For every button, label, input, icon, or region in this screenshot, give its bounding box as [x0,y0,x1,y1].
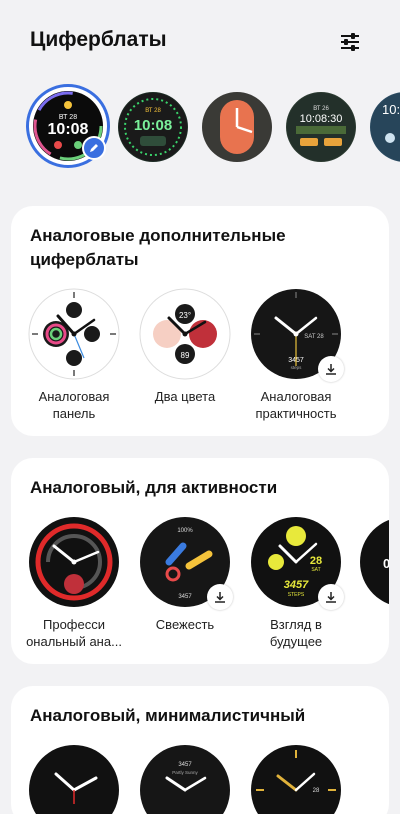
face-tile-minimal-1[interactable] [26,744,122,814]
freshness-steps: 3457 [178,594,192,600]
face-tile-label: Професси ональный ана... [26,617,122,649]
watch-face-option-4[interactable]: 10:0 [370,92,400,162]
download-icon [215,592,225,603]
section-title: Аналоговый, минималистичный [30,706,306,725]
watch-face-option-1[interactable]: ВТ 28 10:08 [118,92,188,162]
two-color-temp: 23° [179,311,191,320]
face-tile-partial[interactable]: 09 [357,516,389,608]
partial-face-number: 09 [383,556,389,571]
current-face-date: ВТ 28 [59,114,77,121]
filter-button[interactable] [334,26,366,58]
freshness-pct: 100% [177,528,193,534]
download-badge[interactable] [318,356,344,382]
watch-face-carousel[interactable]: ВТ 28 10:08 ВТ 28 10:08 ВТ 26 10:08:30 1… [0,84,400,170]
watch-face-option-2[interactable] [202,92,272,162]
face-preview: 28 SAT 3457 STEPS [250,516,344,610]
face-preview: 28 [250,744,342,814]
face-preview: 23° 89 [139,288,231,380]
pencil-icon [90,144,98,152]
option-3-date: ВТ 26 [313,106,329,112]
edit-face-button[interactable] [82,136,106,160]
section-analog-minimal: Аналоговый, минималистичный 3457 Partly … [11,686,389,814]
download-badge[interactable] [207,584,233,610]
download-icon [326,592,336,603]
face-tile-label: Аналоговая панель [38,389,110,421]
face-preview [28,516,120,608]
face-tile-analog-panel[interactable]: Аналоговая панель [26,288,122,422]
page-title: Циферблаты [30,28,167,51]
two-color-value: 89 [181,351,190,360]
future-day: SAT [311,567,320,573]
sliders-icon [341,33,359,51]
face-tile-freshness[interactable]: 100% 3457 Свежесть [137,516,233,633]
face-tile-minimal-3[interactable]: 28 [248,744,344,814]
section-title: Аналоговый, для активности [30,478,278,497]
option-3-time: 10:08:30 [300,113,343,125]
face-tile-label: Взгляд в будущее [269,617,323,649]
face-preview: 3457 Partly Sunny [139,744,231,814]
minimal-steps: 3457 [178,762,192,768]
face-tile-two-color[interactable]: 23° 89 Два цвета [137,288,233,405]
practical-date: SAT 28 [304,334,324,340]
option-4-time: 10:0 [382,102,400,117]
face-tile-professional[interactable]: Професси ональный ана... [26,516,122,650]
option-1-time: 10:08 [134,117,172,134]
face-preview: 100% 3457 [139,516,233,610]
face-preview: 09 [359,516,389,608]
section-title: Аналоговые дополнительные циферблаты [30,226,286,269]
face-tile-analog-practical[interactable]: SAT 28 3457 steps Аналоговая практичност… [248,288,344,422]
download-badge[interactable] [318,584,344,610]
face-tile-label: Свежесть [155,617,215,632]
section-analog-complications: Аналоговые дополнительные циферблаты Ана… [11,206,389,436]
face-preview [28,744,120,814]
future-steps-unit: STEPS [288,592,305,598]
face-preview [28,288,120,380]
face-tile-label: Два цвета [154,389,216,404]
face-tile-minimal-2[interactable]: 3457 Partly Sunny [137,744,233,814]
minimal-date: 28 [313,788,320,794]
face-tile-label: Аналоговая практичность [255,389,337,421]
watch-face-option-3[interactable]: ВТ 26 10:08:30 [286,92,356,162]
section-analog-activity: Аналоговый, для активности Професси онал… [11,458,389,664]
future-steps: 3457 [284,579,309,591]
download-icon [326,364,336,375]
current-face-time: 10:08 [48,121,89,138]
face-tile-future-look[interactable]: 28 SAT 3457 STEPS Взгляд в будущее [248,516,344,650]
option-1-date: ВТ 28 [145,108,161,114]
future-date: 28 [310,555,322,567]
minimal-weather: Partly Sunny [172,770,198,775]
face-preview: SAT 28 3457 steps [250,288,344,382]
header: Циферблаты [0,0,400,80]
